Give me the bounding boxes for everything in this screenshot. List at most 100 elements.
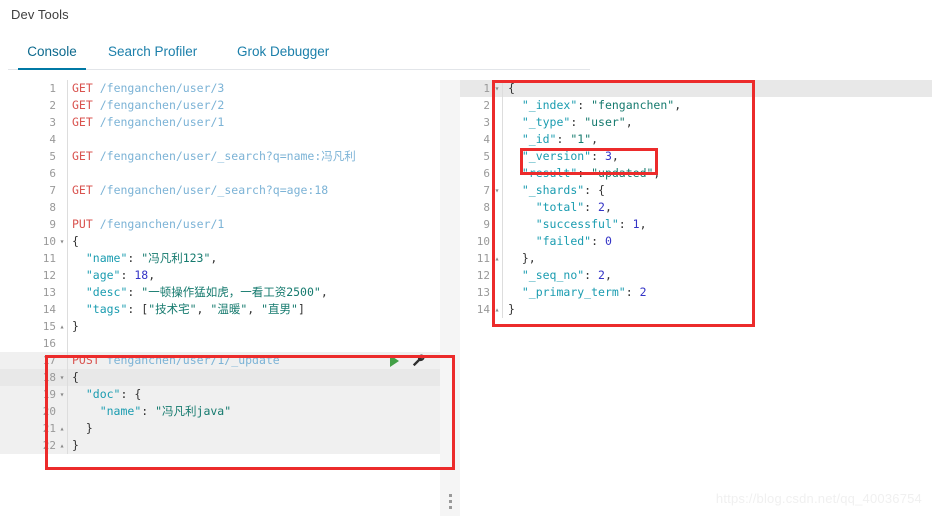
fold-toggle-icon[interactable]: ▾	[58, 386, 66, 403]
code-line[interactable]: 5 GET /fenganchen/user/_search?q=name:冯凡利	[0, 148, 440, 165]
code-text: }	[72, 438, 79, 452]
code-line[interactable]: 3 "_type": "user",	[460, 114, 932, 131]
splitter-drag-handle[interactable]	[441, 490, 459, 512]
code-line[interactable]: 6	[0, 165, 440, 182]
line-number: 3	[49, 116, 56, 129]
gutter-divider	[67, 216, 68, 233]
gutter-divider	[502, 148, 503, 165]
gutter-divider	[67, 335, 68, 352]
fold-toggle-icon[interactable]: ▾	[58, 233, 66, 250]
code-line[interactable]: 12 "age": 18,	[0, 267, 440, 284]
code-line[interactable]: 13 "_primary_term": 2	[460, 284, 932, 301]
line-number: 21	[42, 422, 56, 435]
play-icon[interactable]	[390, 354, 399, 367]
gutter-divider	[67, 148, 68, 165]
code-line[interactable]: 9 PUT /fenganchen/user/1	[0, 216, 440, 233]
code-line[interactable]: 2 GET /fenganchen/user/2	[0, 97, 440, 114]
code-line[interactable]: 4	[0, 131, 440, 148]
fold-toggle-icon[interactable]: ▾	[493, 182, 501, 199]
code-line[interactable]: 22 ▴}	[0, 437, 440, 454]
code-text: "name": "冯凡利java"	[99, 404, 232, 418]
code-line[interactable]: 18 ▾ {	[0, 369, 440, 386]
gutter-divider	[67, 114, 68, 131]
fold-toggle-icon[interactable]: ▴	[493, 250, 501, 267]
code-line[interactable]: 7 ▾ "_shards": {	[460, 182, 932, 199]
code-line[interactable]: 4 "_id": "1",	[460, 131, 932, 148]
code-line[interactable]: 9 "successful": 1,	[460, 216, 932, 233]
code-text: }	[72, 319, 79, 333]
gutter-divider	[502, 250, 503, 267]
code-line[interactable]: 19 ▾ "doc": {	[0, 386, 440, 403]
code-line[interactable]: 16	[0, 335, 440, 352]
line-number: 6	[49, 167, 56, 180]
code-text: "_shards": {	[521, 183, 605, 197]
line-number: 12	[476, 269, 490, 282]
code-line[interactable]: 20 "name": "冯凡利java"	[0, 403, 440, 420]
gutter-divider	[67, 352, 68, 369]
line-number: 20	[42, 405, 56, 418]
pane-splitter[interactable]	[440, 80, 460, 516]
fold-toggle-icon[interactable]: ▴	[58, 318, 66, 335]
line-number: 8	[483, 201, 490, 214]
code-line[interactable]: 7 GET /fenganchen/user/_search?q=age:18	[0, 182, 440, 199]
fold-toggle-icon[interactable]: ▴	[58, 437, 66, 454]
code-line[interactable]: 3 GET /fenganchen/user/1	[0, 114, 440, 131]
tab-grok-debugger[interactable]: Grok Debugger	[237, 36, 329, 70]
code-text: GET /fenganchen/user/_search?q=name:冯凡利	[72, 149, 356, 163]
fold-toggle-icon[interactable]: ▴	[493, 301, 501, 318]
tab-search-profiler[interactable]: Search Profiler	[108, 36, 197, 70]
code-text: "failed": 0	[535, 234, 612, 248]
code-line[interactable]: 14 ▴}	[460, 301, 932, 318]
line-number: 14	[42, 303, 56, 316]
code-line[interactable]: 11 "name": "冯凡利123",	[0, 250, 440, 267]
request-editor-pane[interactable]: 1 GET /fenganchen/user/3 2 GET /fenganchen/…	[0, 80, 440, 516]
gutter-divider	[67, 403, 68, 420]
code-line[interactable]: 15 ▴}	[0, 318, 440, 335]
request-code-area[interactable]: 1 GET /fenganchen/user/3 2 GET /fenganchen/…	[0, 80, 440, 516]
code-line[interactable]: 17 POST fenganchen/user/1/_update	[0, 352, 440, 369]
code-text: "desc": "一顿操作猛如虎，一看工资2500",	[85, 285, 328, 299]
code-line[interactable]: 8	[0, 199, 440, 216]
code-line[interactable]: 8 "total": 2,	[460, 199, 932, 216]
code-line[interactable]: 10 "failed": 0	[460, 233, 932, 250]
gutter-divider	[67, 420, 68, 437]
code-text: "name": "冯凡利123",	[85, 251, 218, 265]
response-viewer-pane[interactable]: 1 ▾{2 "_index": "fenganchen", 3 "_type": "…	[460, 80, 932, 516]
page-title: Dev Tools	[11, 7, 69, 22]
code-line[interactable]: 21 ▴ }	[0, 420, 440, 437]
response-code-area: 1 ▾{2 "_index": "fenganchen", 3 "_type": "…	[460, 80, 932, 516]
fold-toggle-icon[interactable]: ▴	[58, 420, 66, 437]
code-line[interactable]: 1 ▾ {	[460, 80, 932, 97]
code-line[interactable]: 11 ▴ },	[460, 250, 932, 267]
line-number: 7	[483, 184, 490, 197]
gutter-divider	[502, 267, 503, 284]
code-line[interactable]: 10 ▾ {	[0, 233, 440, 250]
code-line[interactable]: 6 "result": "updated",	[460, 165, 932, 182]
line-number: 2	[49, 99, 56, 112]
code-text: "total": 2,	[535, 200, 612, 214]
gutter-divider	[502, 284, 503, 301]
gutter-divider	[67, 182, 68, 199]
fold-toggle-icon[interactable]: ▾	[493, 80, 501, 97]
line-number: 13	[42, 286, 56, 299]
code-line[interactable]: 13 "desc": "一顿操作猛如虎，一看工资2500",	[0, 284, 440, 301]
code-line[interactable]: 5 "_version": 3,	[460, 148, 932, 165]
gutter-divider	[67, 250, 68, 267]
code-line[interactable]: 2 "_index": "fenganchen",	[460, 97, 932, 114]
fold-toggle-icon[interactable]: ▾	[58, 369, 66, 386]
code-line[interactable]: 12 "_seq_no": 2,	[460, 267, 932, 284]
code-text: PUT /fenganchen/user/1	[72, 217, 225, 231]
code-line[interactable]: 14 "tags": ["技术宅", "温暖", "直男"]	[0, 301, 440, 318]
code-line[interactable]: 1 GET /fenganchen/user/3	[0, 80, 440, 97]
tab-console[interactable]: Console	[18, 36, 86, 70]
line-number: 13	[476, 286, 490, 299]
code-text: "_type": "user",	[521, 115, 633, 129]
line-number: 1	[483, 82, 490, 95]
wrench-icon[interactable]	[411, 353, 426, 368]
line-number: 10	[476, 235, 490, 248]
tab-bar: Console Search Profiler Grok Debugger	[0, 36, 932, 70]
gutter-divider	[67, 97, 68, 114]
code-text: "_version": 3,	[521, 149, 619, 163]
gutter-divider	[67, 386, 68, 403]
line-number: 14	[476, 303, 490, 316]
